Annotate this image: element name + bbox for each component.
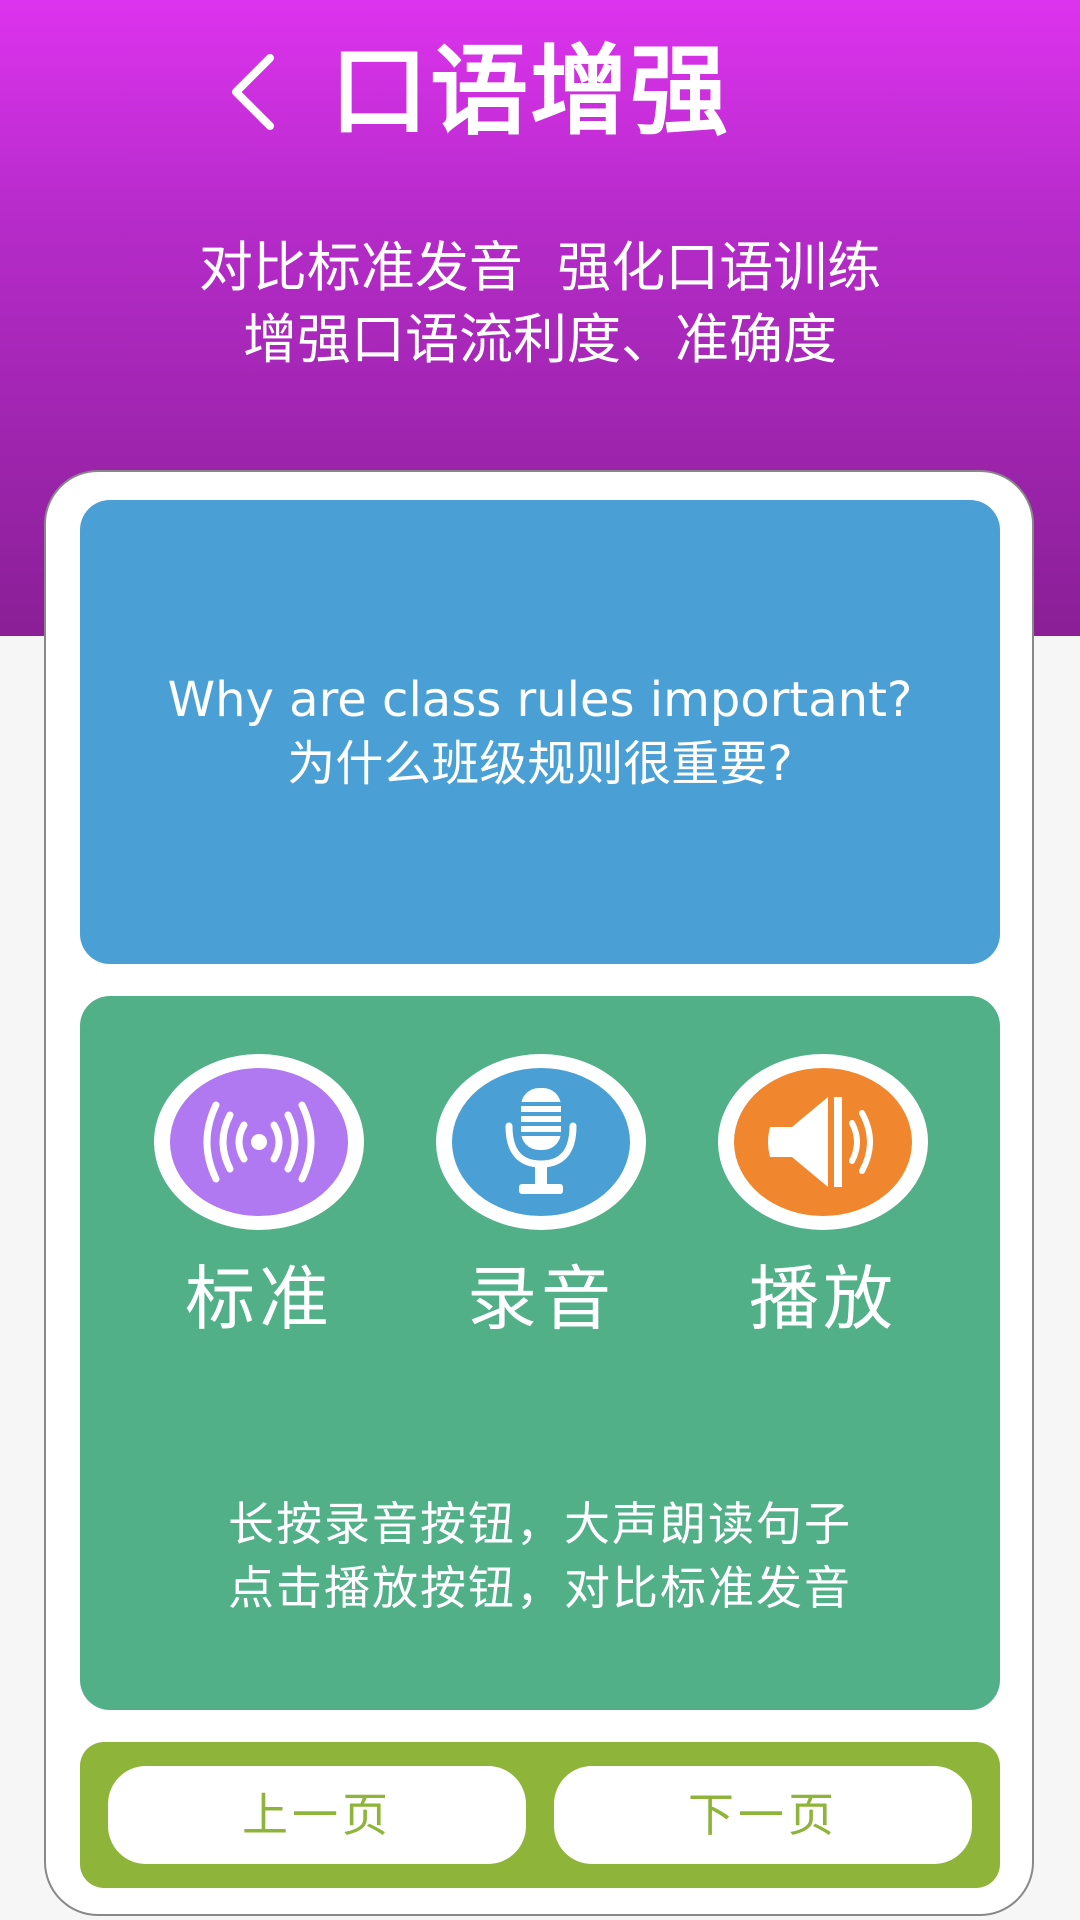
play-label: 播放 [749, 1258, 897, 1340]
broadcast-icon [203, 1101, 315, 1183]
play-icon-bg [734, 1068, 912, 1216]
speaker-icon [768, 1097, 873, 1187]
subtitle-line-2: 增强口语流利度、准确度 [243, 308, 837, 371]
record-label: 录音 [467, 1258, 615, 1340]
subtitle-line-1: 对比标准发音 强化口语训练 [198, 236, 882, 299]
standard-icon-bg [170, 1068, 348, 1216]
back-button[interactable] [218, 44, 288, 140]
instruction-line-2: 点击播放按钮，对比标准发音 [228, 1561, 852, 1615]
record-icon-bg [452, 1068, 630, 1216]
play-circle [718, 1054, 928, 1230]
instruction-line-1: 长按录音按钮，大声朗读句子 [228, 1497, 852, 1551]
pagination-bar: 上一页 下一页 [80, 1742, 1000, 1888]
record-circle [436, 1054, 646, 1230]
practice-panel: 标准 录音 播放 长按录音按钮，大声朗读句子 点击播放按钮，对比标准发音 [80, 996, 1000, 1710]
standard-label: 标准 [185, 1258, 333, 1340]
question-chinese: 为什么班级规则很重要? [287, 736, 793, 792]
instruction-text: 长按录音按钮，大声朗读句子 点击播放按钮，对比标准发音 [80, 1492, 1000, 1620]
question-panel: Why are class rules important? 为什么班级规则很重… [80, 500, 1000, 964]
microphone-icon [505, 1088, 577, 1194]
next-page-button[interactable]: 下一页 [554, 1766, 972, 1864]
page-subtitle: 对比标准发音 强化口语训练 增强口语流利度、准确度 [0, 232, 1080, 376]
question-english: Why are class rules important? [167, 672, 913, 728]
previous-page-button[interactable]: 上一页 [108, 1766, 526, 1864]
standard-circle [154, 1054, 364, 1230]
page-title: 口语增强 [330, 35, 731, 149]
chevron-left-icon [232, 54, 274, 130]
